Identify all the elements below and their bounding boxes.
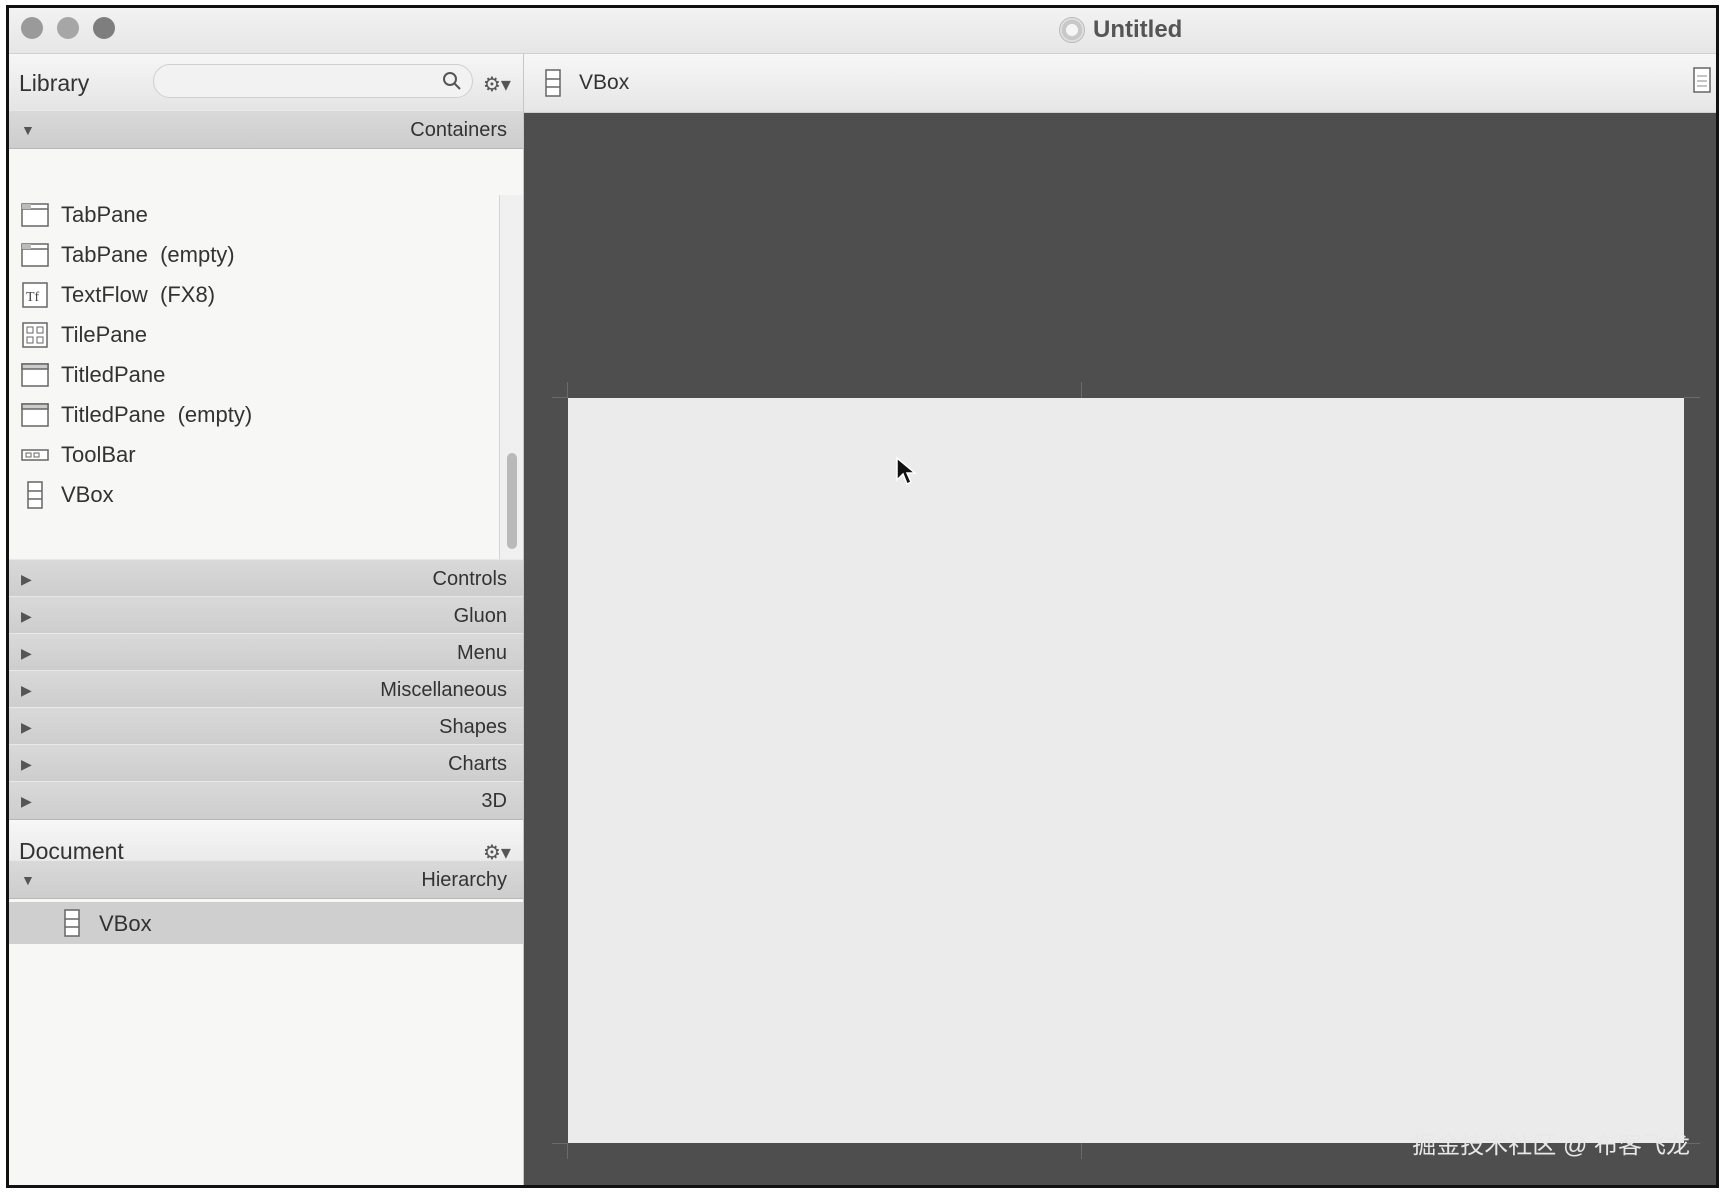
resize-guide [1081,382,1082,398]
list-item-label: TitledPane [61,362,166,387]
section-label: Controls [432,568,507,590]
textflow-icon: Tf [22,282,48,308]
collapsed-triangle-icon: ▶ [21,571,32,587]
section-shapes[interactable]: ▶ Shapes [9,707,523,746]
library-title: Library [19,70,90,96]
section-charts[interactable]: ▶ Charts [9,744,523,783]
library-header: Library ⚙▾ [9,54,523,113]
collapsed-triangle-icon: ▶ [21,793,32,809]
section-containers[interactable]: ▼ Containers [9,110,523,149]
collapsed-triangle-icon: ▶ [21,608,32,624]
app-icon [1059,17,1085,43]
editor-area: VBox 掘金技术社区 @ 布客飞龙 [524,54,1716,1185]
app-window: Untitled Library ⚙▾ ▼ Containers TabPane… [6,5,1719,1188]
vbox-stage[interactable] [568,398,1684,1143]
library-list: TabPane TabPane (empty) Tf TextFlow (FX8… [9,195,499,559]
list-item-label: ToolBar [61,442,136,467]
section-label: 3D [481,790,507,812]
collapsed-triangle-icon: ▶ [21,756,32,772]
tabpane-icon [21,243,49,267]
titledpane-icon [21,363,49,387]
search-icon [443,72,461,90]
expanded-triangle-icon: ▼ [21,872,35,888]
list-item-label: TextFlow (FX8) [61,282,216,307]
svg-text:Tf: Tf [26,290,40,305]
vbox-icon [545,69,561,97]
tabpane-icon [21,203,49,227]
section-hierarchy[interactable]: ▼ Hierarchy [9,860,523,899]
tilepane-icon [22,322,48,348]
window-title: Untitled [1093,16,1183,43]
left-panel: Library ⚙▾ ▼ Containers TabPane TabPane … [9,54,524,1185]
resize-guide [567,1143,568,1159]
section-label: Miscellaneous [380,679,507,701]
collapsed-triangle-icon: ▶ [21,682,32,698]
list-item-label: VBox [61,482,114,507]
collapsed-triangle-icon: ▶ [21,645,32,661]
resize-guide [1684,397,1700,398]
section-miscellaneous[interactable]: ▶ Miscellaneous [9,670,523,709]
resize-guide [1081,1143,1082,1159]
list-item[interactable]: TitledPane (empty) [9,395,489,435]
mouse-cursor-icon [896,456,917,486]
window-title-group: Untitled [1059,15,1182,45]
breadcrumb: VBox [524,54,1716,113]
list-item[interactable]: ToolBar [9,435,489,475]
toolbar-icon [21,449,49,461]
section-label: Hierarchy [421,869,507,891]
watermark: 掘金技术社区 @ 布客飞龙 [1412,1132,1690,1159]
section-label: Gluon [453,605,507,627]
hierarchy-row-label: VBox [99,911,152,936]
close-window-button[interactable] [21,17,43,39]
list-item-label: TilePane [61,322,148,347]
breadcrumb-item[interactable]: VBox [579,71,629,95]
list-item[interactable]: TitledPane [9,355,489,395]
section-label: Shapes [439,716,507,738]
list-item-label: TabPane (empty) [61,242,235,267]
maximize-window-button[interactable] [93,17,115,39]
title-bar: Untitled [9,8,1716,54]
document-icon[interactable] [1692,66,1712,96]
section-controls[interactable]: ▶ Controls [9,559,523,598]
section-gluon[interactable]: ▶ Gluon [9,596,523,635]
titledpane-icon [21,403,49,427]
library-search-input[interactable] [166,65,440,97]
list-item-label: TitledPane (empty) [61,402,253,427]
list-item[interactable]: Tf TextFlow (FX8) [9,275,489,315]
library-gear-icon[interactable]: ⚙▾ [483,72,511,97]
library-search[interactable] [153,64,473,98]
collapsed-triangle-icon: ▶ [21,719,32,735]
resize-guide [552,1143,568,1144]
list-item[interactable]: VBox [9,475,489,515]
vbox-icon [27,481,43,509]
expanded-triangle-icon: ▼ [21,122,35,138]
hierarchy-row-vbox[interactable]: VBox [9,902,523,944]
section-label: Menu [456,642,507,664]
list-item[interactable]: TilePane [9,315,489,355]
list-item[interactable]: TabPane (empty) [9,235,489,275]
resize-guide [567,382,568,398]
section-label: Containers [410,119,507,141]
resize-guide [552,397,568,398]
section-menu[interactable]: ▶ Menu [9,633,523,672]
section-label: Charts [448,753,507,775]
minimize-window-button[interactable] [57,17,79,39]
section-3d[interactable]: ▶ 3D [9,781,523,820]
list-item-label: TabPane [61,202,148,227]
library-scrollbar[interactable] [499,195,523,559]
vbox-icon [64,909,80,937]
list-item[interactable]: TabPane [9,195,489,235]
scrollbar-thumb[interactable] [507,453,517,549]
